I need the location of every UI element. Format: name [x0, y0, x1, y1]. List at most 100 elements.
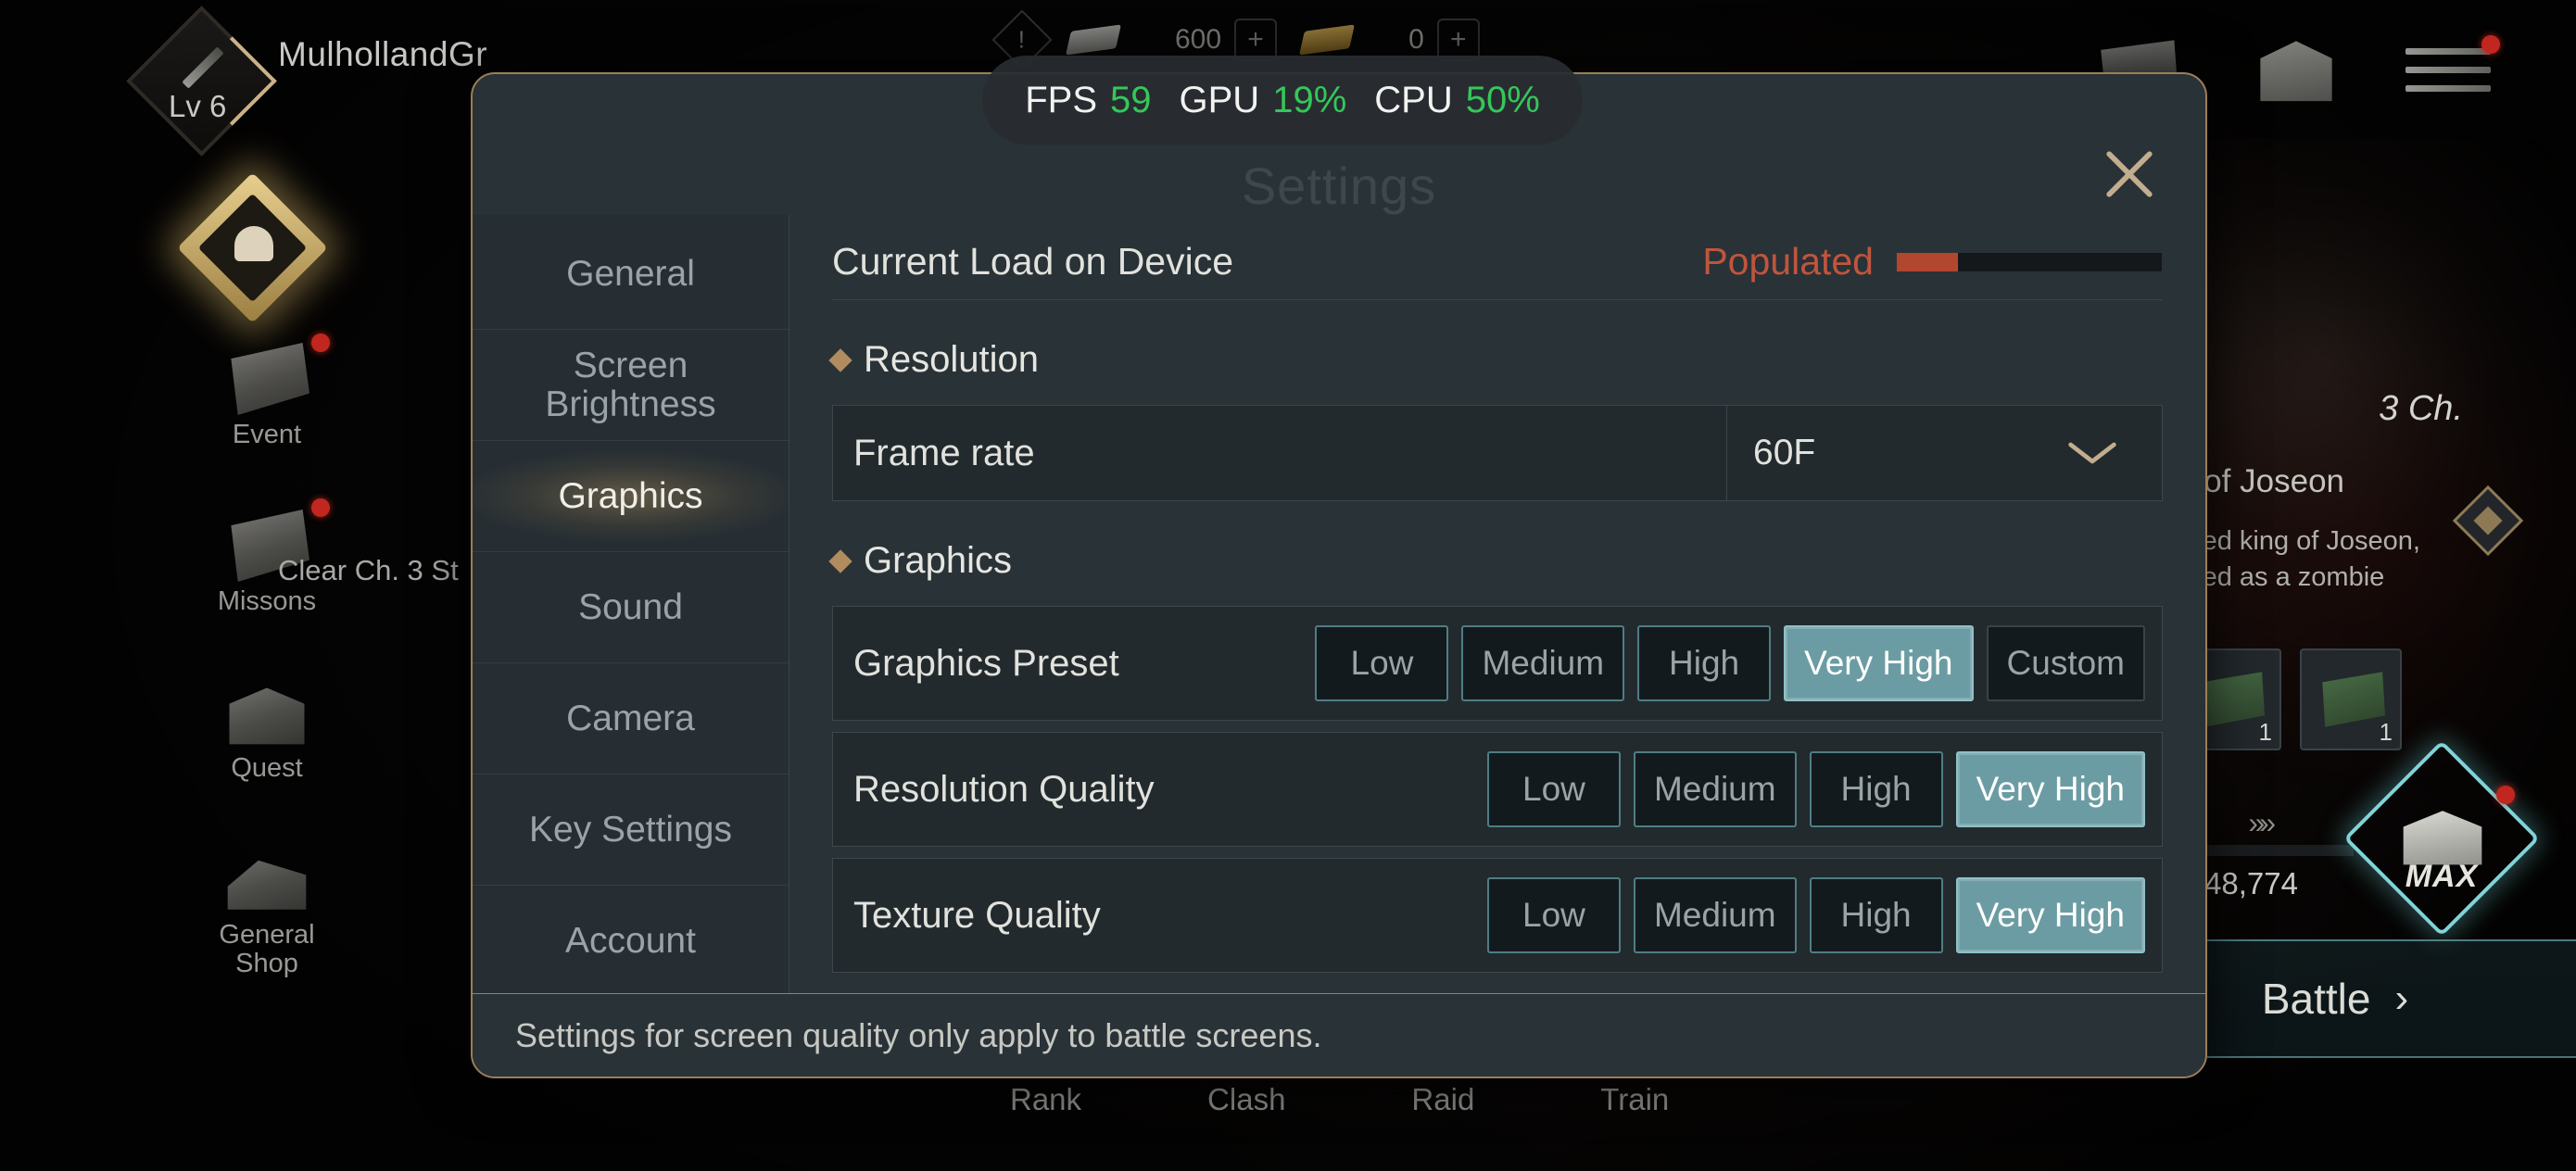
battle-label: Battle — [2261, 975, 2371, 1023]
bell-badge-button[interactable] — [177, 172, 328, 323]
menu-notification-badge — [2481, 35, 2500, 54]
modal-footer: Settings for screen quality only apply t… — [473, 993, 2205, 1077]
section-title: Resolution — [864, 339, 1040, 380]
option-button-custom[interactable]: Custom — [1986, 625, 2145, 701]
sidebar-item-screen-brightness[interactable]: Screen Brightness — [473, 330, 789, 441]
option-button-high[interactable]: High — [1637, 625, 1772, 701]
section-diamond-icon — [828, 548, 852, 573]
quest-chest-icon — [229, 687, 305, 745]
event-notification-badge — [311, 334, 330, 352]
sidebar-item-general[interactable]: General — [473, 219, 789, 330]
hamburger-line — [2406, 48, 2491, 55]
cpu-group: CPU 50% — [1374, 80, 1540, 121]
green-book-icon — [2322, 672, 2385, 727]
exp-value: 48,774 — [2204, 866, 2298, 900]
settings-modal: Settings General Screen Brightness Graph… — [471, 72, 2207, 1078]
gpu-group: GPU 19% — [1180, 80, 1347, 121]
device-load-status: Populated — [1702, 240, 1874, 283]
event-calendar-icon — [231, 343, 309, 415]
gold-value: 0 — [1408, 24, 1424, 55]
tab-raid[interactable]: Raid — [1411, 1082, 1474, 1117]
section-diamond-icon — [828, 347, 852, 372]
item-quantity: 1 — [2258, 718, 2272, 746]
texture-quality-row: Texture Quality Low Medium High Very High — [832, 858, 2163, 973]
option-button-low[interactable]: Low — [1486, 751, 1621, 827]
sidebar-item-camera[interactable]: Camera — [473, 663, 789, 774]
tab-clash[interactable]: Clash — [1207, 1082, 1285, 1117]
option-button-medium[interactable]: Medium — [1461, 625, 1625, 701]
item-quantity: 1 — [2379, 718, 2393, 746]
texture-quality-label: Texture Quality — [853, 894, 1101, 936]
character-description: ed king of Joseon, ed as a zombie — [2203, 523, 2420, 596]
chevron-down-icon — [2068, 442, 2116, 464]
frame-rate-value: 60F — [1753, 433, 1816, 472]
player-level: Lv 6 — [169, 89, 227, 123]
close-icon — [2106, 151, 2153, 197]
option-button-medium[interactable]: Medium — [1633, 751, 1797, 827]
option-button-very-high[interactable]: Very High — [1955, 751, 2145, 827]
graphics-preset-label: Graphics Preset — [853, 642, 1119, 684]
close-button[interactable] — [2087, 132, 2172, 217]
bottom-navigation: Rank Clash Raid Train — [1010, 1082, 1669, 1117]
alert-glyph: ! — [1018, 25, 1026, 54]
option-button-high[interactable]: High — [1809, 751, 1943, 827]
item-slot[interactable]: 1 — [2300, 648, 2402, 750]
frame-rate-dropdown[interactable]: 60F — [1726, 406, 2141, 500]
option-button-low[interactable]: Low — [1315, 625, 1449, 701]
cpu-label: CPU — [1374, 79, 1453, 120]
device-load-bar-fill — [1897, 252, 1958, 271]
section-title: Graphics — [864, 540, 1013, 581]
page-title: Settings — [1241, 157, 1437, 215]
general-shop-label: General Shop — [219, 920, 315, 979]
player-name: MulhollandGr — [278, 35, 488, 73]
character-chapter: 3 Ch. — [2379, 389, 2463, 428]
option-button-very-high[interactable]: Very High — [1955, 877, 2145, 953]
sidebar-item-sound[interactable]: Sound — [473, 552, 789, 663]
max-chest-button[interactable]: MAX — [2342, 739, 2541, 938]
texture-quality-options: Low Medium High Very High — [1486, 877, 2145, 953]
sidebar-item-general-shop[interactable]: General Shop — [174, 843, 360, 979]
tab-train[interactable]: Train — [1600, 1082, 1669, 1117]
green-book-icon — [2202, 672, 2265, 727]
general-shop-icon — [227, 860, 307, 910]
sidebar-item-key-settings[interactable]: Key Settings — [473, 774, 789, 886]
tab-rank[interactable]: Rank — [1010, 1082, 1081, 1117]
chest-max-label: MAX — [2405, 859, 2479, 894]
device-load-row: Current Load on Device Populated — [832, 215, 2163, 300]
fps-label: FPS — [1025, 79, 1098, 120]
cpu-value: 50% — [1465, 79, 1540, 120]
event-label: Event — [232, 420, 302, 449]
silver-ingot-icon — [1066, 24, 1121, 56]
sidebar-item-account[interactable]: Account — [473, 886, 789, 997]
resolution-quality-label: Resolution Quality — [853, 768, 1155, 810]
sidebar-item-quest[interactable]: Quest — [174, 676, 360, 783]
device-load-status-group: Populated — [1702, 240, 2163, 283]
resolution-quality-row: Resolution Quality Low Medium High Very Hig… — [832, 732, 2163, 847]
gpu-label: GPU — [1179, 79, 1260, 120]
option-button-medium[interactable]: Medium — [1633, 877, 1797, 953]
chest-notification-badge — [2496, 786, 2515, 804]
section-header-graphics: Graphics — [828, 540, 2163, 582]
menu-hamburger-icon[interactable] — [2406, 48, 2491, 102]
frame-rate-row: Frame rate 60F — [832, 405, 2163, 501]
exp-chevrons-icon: »» — [2248, 806, 2275, 839]
character-title: of Joseon — [2203, 463, 2344, 499]
graphics-preset-options: Low Medium High Very High Custom — [1315, 625, 2145, 701]
silver-value: 600 — [1175, 24, 1222, 55]
hamburger-line — [2406, 85, 2491, 92]
option-button-low[interactable]: Low — [1486, 877, 1621, 953]
option-button-very-high[interactable]: Very High — [1784, 625, 1974, 701]
avatar-frame-icon — [126, 6, 277, 157]
character-desc-line2: ed as a zombie — [2202, 562, 2385, 593]
resolution-quality-options: Low Medium High Very High — [1486, 751, 2145, 827]
frame-rate-label: Frame rate — [853, 432, 1035, 473]
bell-icon — [234, 226, 273, 261]
sidebar-item-graphics[interactable]: Graphics — [473, 441, 789, 552]
chevron-right-icon: › — [2394, 976, 2409, 1021]
sidebar-item-event[interactable]: Event — [174, 334, 360, 449]
option-button-high[interactable]: High — [1809, 877, 1943, 953]
gpu-value: 19% — [1272, 79, 1347, 120]
graphics-preset-row: Graphics Preset Low Medium High Very High Cu… — [832, 606, 2163, 721]
settings-content: Current Load on Device Populated Resolut… — [789, 215, 2205, 993]
hamburger-line — [2406, 67, 2491, 73]
